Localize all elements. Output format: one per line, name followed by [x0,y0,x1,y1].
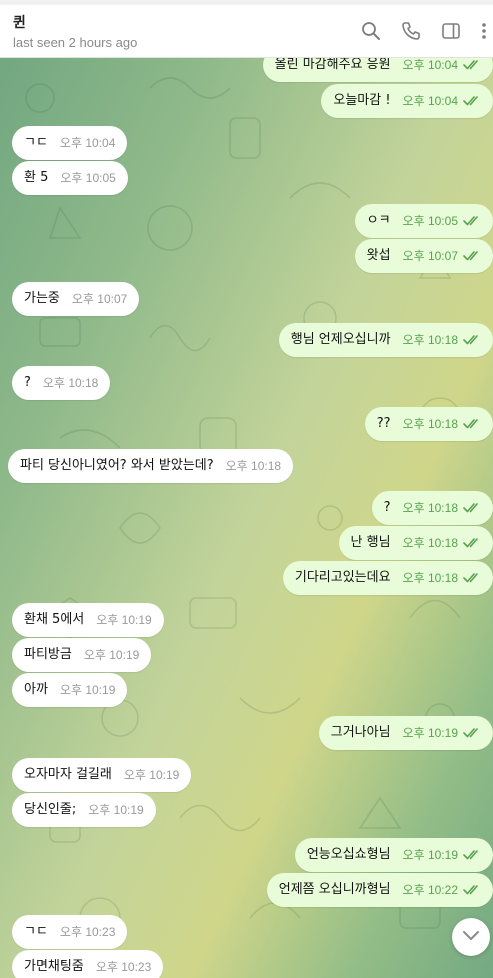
chat-header: 퀸 last seen 2 hours ago [0,0,493,58]
message-bubble-outgoing[interactable]: 그거나아님 오후 10:19 [318,716,493,750]
message-time: 오후 10:04 [402,58,458,72]
message-text: 난 행님 [350,535,391,550]
double-check-icon [463,491,481,525]
message-bubble-incoming[interactable]: 파티 당신아니였어? 와서 받았는데? 오후 10:18 [8,449,294,483]
message-time: 오후 10:05 [402,214,458,228]
scroll-to-bottom-button[interactable] [452,918,490,956]
message-bubble-outgoing[interactable]: 언제쯤 오십니까형님 오후 10:22 [266,873,493,907]
message-time: 오후 10:07 [71,292,128,306]
message-time: 오후 10:18 [402,536,458,550]
message-time: 오후 10:19 [402,848,458,862]
message-time: 오후 10:04 [402,94,458,108]
message-bubble-incoming[interactable]: 아까 오후 10:19 [12,673,128,707]
message-text: 파티 당신아니였어? 와서 받았는데? [20,458,214,473]
message-time: 오후 10:18 [402,333,458,347]
message-time: 오후 10:23 [95,960,152,974]
double-check-icon [463,407,481,441]
message-text: 환채 5에서 [24,612,85,627]
message-text: 오늘마감 ! [333,93,391,108]
message-bubble-incoming[interactable]: ? 오후 10:18 [12,366,111,400]
double-check-icon [463,526,481,560]
message-bubble-incoming[interactable]: 가는중 오후 10:07 [12,282,140,316]
message-text: ㄱㄷ [24,924,48,939]
message-text: 기다리고있는데요 [294,570,391,585]
message-bubble-incoming[interactable]: 당신인줄; 오후 10:19 [12,793,156,827]
double-check-icon [463,873,481,907]
double-check-icon [463,561,481,595]
sidebar-toggle-icon[interactable] [441,21,461,41]
double-check-icon [463,84,481,118]
message-time: 오후 10:19 [402,726,458,740]
message-time: 오후 10:05 [60,171,116,185]
message-text: 왓섭 [366,248,391,263]
window-top-strip [0,0,493,5]
message-bubble-incoming[interactable]: 오자마자 걸길래 오후 10:19 [12,758,192,792]
message-time: 오후 10:18 [42,376,99,390]
last-seen-status: last seen 2 hours ago [13,35,138,50]
message-bubble-incoming[interactable]: 파티방금 오후 10:19 [12,638,152,672]
message-text: ? [383,500,391,515]
message-text: ? [24,375,31,390]
message-bubble-outgoing[interactable]: 왓섭 오후 10:07 [354,239,493,273]
message-time: 오후 10:19 [88,803,144,817]
message-time: 오후 10:19 [123,768,180,782]
message-time: 오후 10:22 [402,883,458,897]
double-check-icon [463,204,481,238]
message-time: 오후 10:19 [96,613,152,627]
double-check-icon [463,716,481,750]
message-bubble-incoming[interactable]: ㄱㄷ 오후 10:04 [12,126,128,160]
message-text: 가면채팅줌 [24,959,84,974]
message-text: 파티방금 [24,647,72,662]
message-bubble-outgoing[interactable]: 기다리고있는데요 오후 10:18 [282,561,493,595]
double-check-icon [463,838,481,872]
message-bubble-outgoing[interactable]: ㅇㅋ 오후 10:05 [354,204,493,238]
chat-title[interactable]: 퀸 [13,12,26,32]
message-text: ㅇㅋ [366,213,391,228]
message-text: 환 5 [24,170,49,185]
message-bubble-incoming[interactable]: 환 5 오후 10:05 [12,161,128,195]
message-bubble-outgoing[interactable]: 올린 마감해주요 응원 오후 10:04 [262,58,493,82]
message-time: 오후 10:18 [225,459,282,473]
message-time: 오후 10:19 [59,683,116,697]
message-text: 당신인줄; [24,802,77,817]
message-time: 오후 10:18 [402,417,458,431]
message-text: ?? [376,416,391,431]
message-text: ㄱㄷ [24,135,48,150]
message-text: 언능오십쇼형님 [306,847,391,862]
more-vertical-icon[interactable] [477,21,491,41]
message-text: 언제쯤 오십니까형님 [278,882,391,897]
message-text: 올린 마감해주요 응원 [274,58,391,72]
message-time: 오후 10:18 [402,501,458,515]
message-text: 그거나아님 [330,725,391,740]
message-text: 아까 [24,682,48,697]
double-check-icon [463,239,481,273]
message-bubble-incoming[interactable]: ㄱㄷ 오후 10:23 [12,915,128,949]
message-bubble-outgoing[interactable]: 언능오십쇼형님 오후 10:19 [294,838,493,872]
double-check-icon [463,58,481,82]
double-check-icon [463,323,481,357]
message-bubble-incoming[interactable]: 가면채팅줌 오후 10:23 [12,950,164,978]
chevron-down-icon [452,929,490,943]
message-bubble-outgoing[interactable]: ? 오후 10:18 [371,491,493,525]
message-text: 가는중 [24,291,60,306]
message-bubble-outgoing[interactable]: 행님 언제오십니까 오후 10:18 [278,323,493,357]
message-list[interactable]: 올린 마감해주요 응원 오후 10:04 오늘마감 ! 오후 10:04 ㄱㄷ 오후 … [0,58,493,978]
message-text: 오자마자 걸길래 [24,767,112,782]
message-bubble-outgoing[interactable]: ?? 오후 10:18 [364,407,493,441]
phone-icon[interactable] [401,21,421,41]
message-time: 오후 10:07 [402,249,458,263]
message-time: 오후 10:04 [59,136,116,150]
message-text: 행님 언제오십니까 [290,332,391,347]
message-bubble-outgoing[interactable]: 난 행님 오후 10:18 [338,526,493,560]
message-bubble-incoming[interactable]: 환채 5에서 오후 10:19 [12,603,164,637]
message-time: 오후 10:18 [402,571,458,585]
message-bubble-outgoing[interactable]: 오늘마감 ! 오후 10:04 [321,84,493,118]
message-time: 오후 10:19 [83,648,140,662]
search-icon[interactable] [361,21,381,41]
message-time: 오후 10:23 [59,925,116,939]
